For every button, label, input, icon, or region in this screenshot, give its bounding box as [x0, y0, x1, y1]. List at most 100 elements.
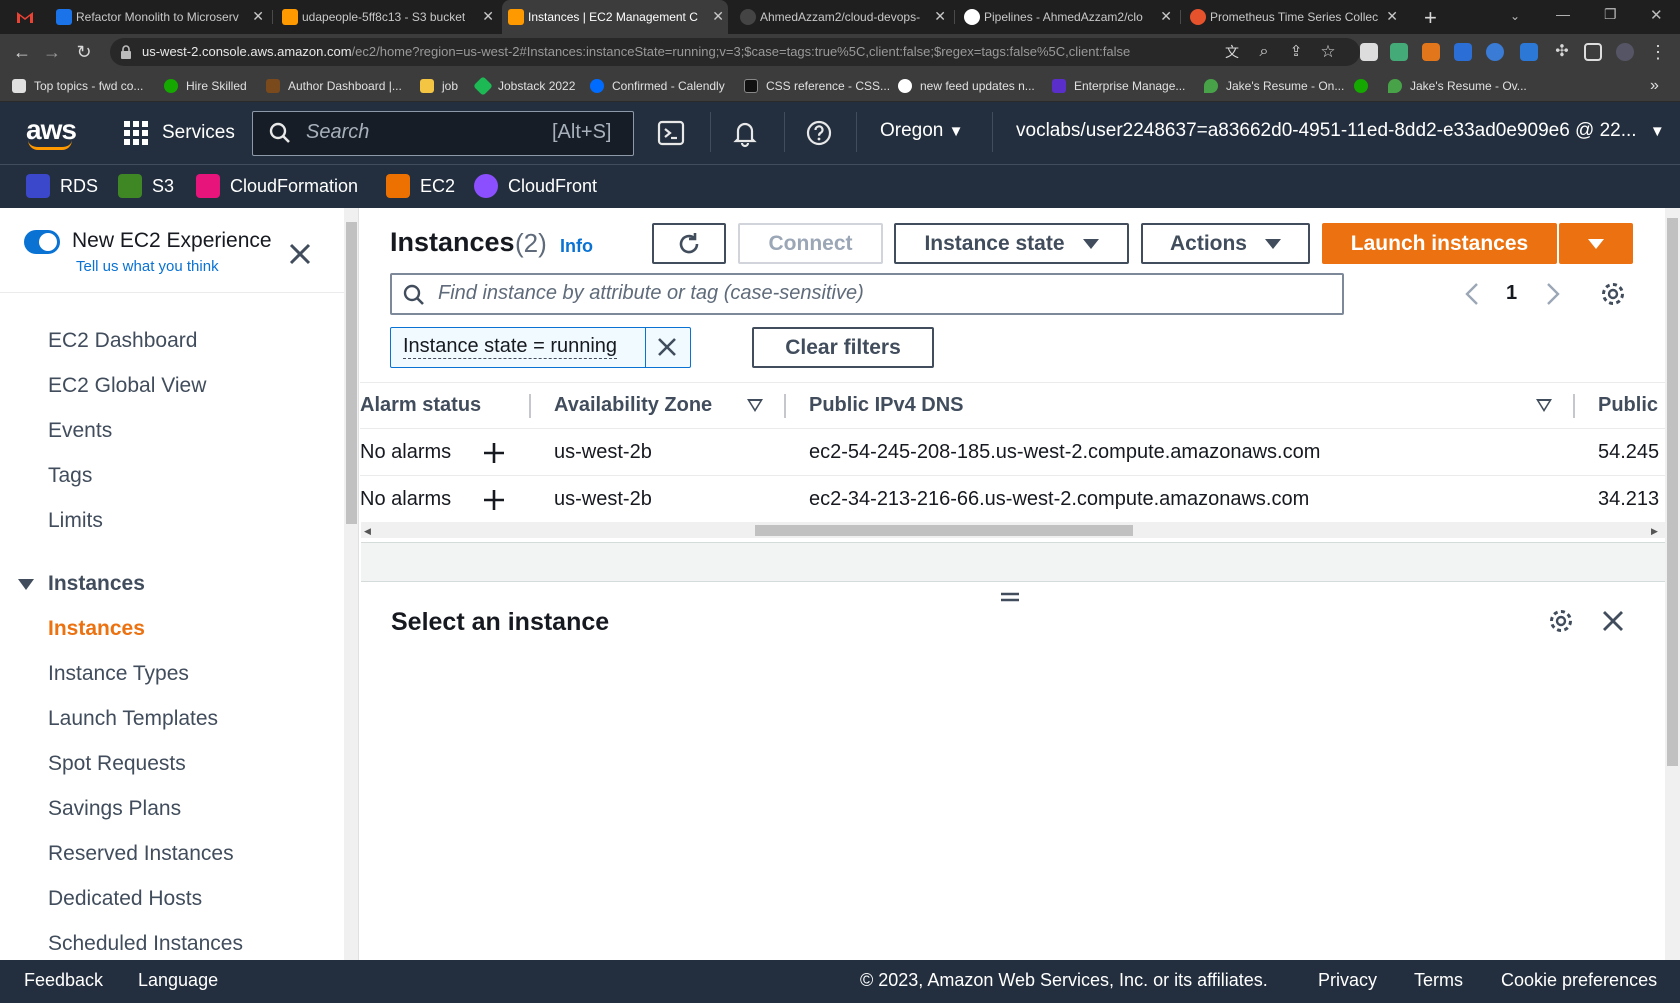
add-alarm-icon[interactable]	[483, 489, 505, 511]
bookmark-item[interactable]: Author Dashboard |...	[266, 70, 402, 102]
table-scrollbar-thumb[interactable]	[755, 525, 1133, 536]
cookie-preferences-link[interactable]: Cookie preferences	[1501, 970, 1657, 991]
tab-close-icon[interactable]: ✕	[1160, 8, 1172, 25]
bookmark-item[interactable]: new feed updates n...	[898, 70, 1035, 102]
sidebar-item-ec2-dashboard[interactable]: EC2 Dashboard	[48, 329, 197, 353]
zoom-icon[interactable]: ⌕	[1254, 42, 1274, 62]
help-icon[interactable]	[804, 118, 834, 148]
services-menu-button[interactable]: Services	[124, 118, 235, 148]
bookmarks-overflow-button[interactable]: »	[1650, 70, 1659, 102]
refresh-button[interactable]	[652, 223, 726, 264]
tab-search-icon[interactable]: ⌄	[1510, 9, 1520, 23]
close-sidebar-icon[interactable]	[286, 240, 314, 268]
sidebar-item-scheduled-instances[interactable]: Scheduled Instances	[48, 932, 243, 956]
extension-icon[interactable]	[1390, 43, 1408, 61]
reading-list-icon[interactable]	[1360, 43, 1378, 61]
privacy-link[interactable]: Privacy	[1318, 970, 1377, 991]
lock-icon[interactable]	[120, 45, 132, 59]
sidebar-item-instance-types[interactable]: Instance Types	[48, 662, 189, 686]
language-link[interactable]: Language	[138, 970, 218, 991]
bookmark-item[interactable]: CSS reference - CSS...	[744, 70, 890, 102]
sidebar-scrollbar-thumb[interactable]	[346, 222, 357, 524]
translate-icon[interactable]: 文	[1222, 42, 1242, 62]
sort-icon[interactable]	[1536, 399, 1552, 412]
sidebar-item-spot-requests[interactable]: Spot Requests	[48, 752, 186, 776]
gmail-icon[interactable]	[16, 9, 34, 25]
reload-icon[interactable]: ↻	[74, 42, 94, 62]
info-link[interactable]: Info	[560, 236, 593, 257]
bookmark-item[interactable]: Jake's Resume - Ov...	[1388, 70, 1527, 102]
column-header-availability-zone[interactable]: Availability Zone	[554, 394, 712, 417]
tab-close-icon[interactable]: ✕	[252, 8, 264, 25]
filter-token-label[interactable]: Instance state = running	[403, 335, 618, 359]
split-panel-settings-icon[interactable]	[1548, 608, 1574, 634]
share-icon[interactable]: ⇪	[1286, 42, 1306, 62]
bookmark-item[interactable]: Jake's Resume - On...	[1204, 70, 1344, 102]
cloudshell-icon[interactable]	[656, 118, 686, 148]
tab-close-icon[interactable]: ✕	[1386, 8, 1398, 25]
add-alarm-icon[interactable]	[483, 442, 505, 464]
sidebar-item-reserved-instances[interactable]: Reserved Instances	[48, 842, 234, 866]
sidebar-item-ec2-global-view[interactable]: EC2 Global View	[48, 374, 206, 398]
column-header-alarm-status[interactable]: Alarm status	[360, 394, 481, 417]
favorite-ec2[interactable]: EC2	[386, 172, 455, 200]
browser-tab[interactable]: AhmedAzzam2/cloud-devops- ✕	[734, 0, 950, 34]
sidebar-item-limits[interactable]: Limits	[48, 509, 103, 533]
feedback-link[interactable]: Feedback	[24, 970, 103, 991]
extension-icon[interactable]	[1520, 43, 1538, 61]
scroll-right-arrow-icon[interactable]: ▶	[1651, 526, 1658, 537]
bookmark-star-icon[interactable]: ☆	[1318, 42, 1338, 62]
account-menu[interactable]: voclabs/user2248637=a83662d0-4951-11ed-8…	[1016, 120, 1665, 142]
minimize-icon[interactable]: —	[1556, 6, 1570, 22]
page-number[interactable]: 1	[1506, 282, 1517, 305]
scroll-left-arrow-icon[interactable]: ◀	[364, 526, 371, 537]
sidebar-item-savings-plans[interactable]: Savings Plans	[48, 797, 181, 821]
browser-tab[interactable]: Prometheus Time Series Collec ✕	[1184, 0, 1402, 34]
bookmark-item[interactable]	[1354, 70, 1368, 102]
bookmark-item[interactable]: Confirmed - Calendly	[590, 70, 725, 102]
sidebar-item-instances[interactable]: Instances	[48, 617, 145, 641]
feedback-link[interactable]: Tell us what you think	[76, 258, 219, 275]
clear-filters-button[interactable]: Clear filters	[752, 327, 934, 368]
notifications-bell-icon[interactable]	[730, 118, 760, 148]
sidebar-item-launch-templates[interactable]: Launch Templates	[48, 707, 218, 731]
preferences-gear-icon[interactable]	[1600, 281, 1626, 307]
actions-dropdown[interactable]: Actions	[1141, 223, 1310, 264]
launch-instances-dropdown[interactable]	[1559, 223, 1633, 264]
restore-icon[interactable]: ❐	[1604, 6, 1617, 23]
column-header-public-ip[interactable]: Public	[1598, 394, 1658, 417]
sidebar-section-instances[interactable]: Instances	[18, 572, 145, 596]
favorite-s3[interactable]: S3	[118, 172, 174, 200]
close-split-panel-icon[interactable]	[1600, 608, 1626, 634]
profile-avatar[interactable]	[1616, 43, 1634, 61]
bookmark-item[interactable]: Jobstack 2022	[473, 70, 575, 102]
favorite-cloudfront[interactable]: CloudFront	[474, 172, 597, 200]
column-resizer[interactable]	[784, 394, 786, 418]
metamask-icon[interactable]	[1422, 43, 1440, 61]
extension-icon[interactable]	[1454, 43, 1472, 61]
favorite-rds[interactable]: RDS	[26, 172, 98, 200]
browser-tab-active[interactable]: Instances | EC2 Management C ✕	[502, 0, 728, 34]
tab-close-icon[interactable]: ✕	[712, 8, 724, 25]
browser-tab[interactable]: Refactor Monolith to Microserv ✕	[50, 0, 268, 34]
favorite-cloudformation[interactable]: CloudFormation	[196, 172, 358, 200]
launch-instances-button[interactable]: Launch instances	[1322, 223, 1557, 264]
remove-filter-icon[interactable]	[655, 335, 679, 359]
main-scrollbar-thumb[interactable]	[1667, 218, 1678, 766]
bookmark-item[interactable]: Hire Skilled	[164, 70, 247, 102]
previous-page-icon[interactable]	[1462, 280, 1482, 308]
column-resizer[interactable]	[529, 394, 531, 418]
region-selector[interactable]: Oregon ▼	[880, 120, 964, 142]
new-experience-toggle[interactable]	[24, 230, 60, 254]
new-tab-icon[interactable]: +	[1424, 5, 1437, 31]
sort-icon[interactable]	[747, 399, 763, 412]
connect-button[interactable]: Connect	[738, 223, 883, 264]
menu-kebab-icon[interactable]: ⋮	[1648, 42, 1668, 62]
tab-close-icon[interactable]: ✕	[482, 8, 494, 25]
terms-link[interactable]: Terms	[1414, 970, 1463, 991]
browser-tab[interactable]: Pipelines - AhmedAzzam2/clo ✕	[958, 0, 1176, 34]
extensions-puzzle-icon[interactable]: ✣	[1552, 42, 1572, 62]
tab-close-icon[interactable]: ✕	[934, 8, 946, 25]
sidebar-item-dedicated-hosts[interactable]: Dedicated Hosts	[48, 887, 202, 911]
resize-handle-icon[interactable]	[1000, 590, 1020, 602]
